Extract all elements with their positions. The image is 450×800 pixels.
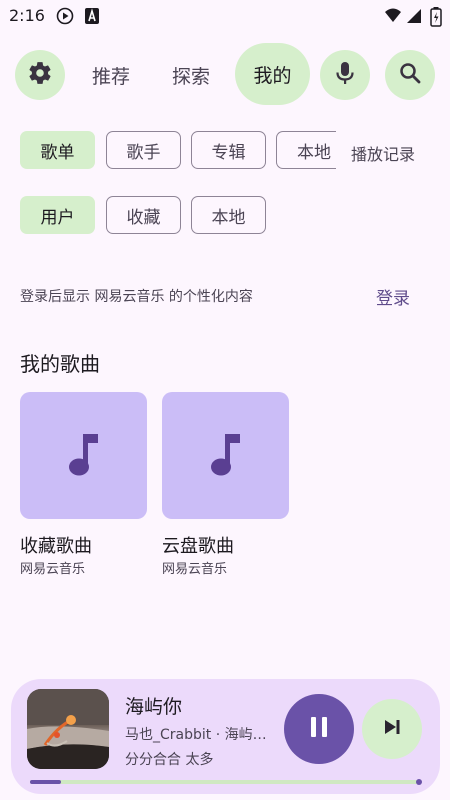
chip-album-label: 专辑 [211,142,246,163]
playback-progress-end [416,779,422,785]
chip-favorites[interactable]: 收藏 [106,196,181,234]
chip-local-label: 本地 [297,142,331,163]
gear-icon [27,60,53,90]
playback-progress-fill [30,780,62,784]
status-time: 2:16 [9,6,45,25]
chip-favorites-label: 收藏 [126,207,161,228]
playback-progress-bar[interactable] [30,779,422,785]
cloud-songs-subtitle: 网易云音乐 [162,562,228,577]
mini-player[interactable]: 海屿你 马也_Crabbit · 海屿… 分分合合 太多 [11,679,440,794]
search-icon [398,61,422,89]
skip-next-icon [381,716,403,742]
login-hint: 登录后显示 网易云音乐 的个性化内容 [20,289,253,305]
music-note-icon [206,429,246,483]
album-cover[interactable] [27,689,109,769]
settings-button[interactable] [15,50,65,100]
cloud-songs-title[interactable]: 云盘歌曲 [162,532,234,558]
signal-icon [406,7,422,29]
favorite-songs-card[interactable] [20,392,147,519]
chip-user[interactable]: 用户 [20,196,95,234]
chip-history[interactable]: 播放记录 [351,141,415,165]
cloud-songs-card[interactable] [162,392,289,519]
wifi-icon [384,7,402,29]
favorite-songs-subtitle: 网易云音乐 [20,562,86,577]
search-button[interactable] [385,50,435,100]
chip-artist[interactable]: 歌手 [106,131,181,169]
favorite-songs-title[interactable]: 收藏歌曲 [20,532,92,558]
tab-explore[interactable]: 探索 [172,62,210,89]
music-note-icon [64,429,104,483]
chip-album[interactable]: 专辑 [191,131,266,169]
chip-playlist-label: 歌单 [40,142,75,163]
section-title-my-songs: 我的歌曲 [20,352,100,376]
tab-mine-label: 我的 [253,64,292,87]
chip-local-2-label: 本地 [211,207,246,228]
skip-next-button[interactable] [362,699,422,759]
song-lyric: 分分合合 太多 [125,752,214,768]
tab-mine[interactable]: 我的 [235,43,310,105]
pause-button[interactable] [284,694,354,764]
song-artist: 马也_Crabbit · 海屿… [125,727,267,743]
mic-icon [333,60,357,90]
voice-search-button[interactable] [320,50,370,100]
login-button[interactable]: 登录 [376,284,410,309]
notification-a-icon [84,7,100,29]
tab-recommend[interactable]: 推荐 [92,62,130,89]
chip-artist-label: 歌手 [126,142,161,163]
pause-icon [307,714,331,744]
battery-icon [430,7,442,31]
chip-playlist[interactable]: 歌单 [20,131,95,169]
chip-local-2[interactable]: 本地 [191,196,266,234]
chip-user-label: 用户 [40,207,75,228]
song-title: 海屿你 [125,696,183,718]
status-bar: 2:16 [0,0,450,32]
media-play-status-icon [56,7,74,29]
chip-local[interactable]: 本地 [276,131,336,169]
